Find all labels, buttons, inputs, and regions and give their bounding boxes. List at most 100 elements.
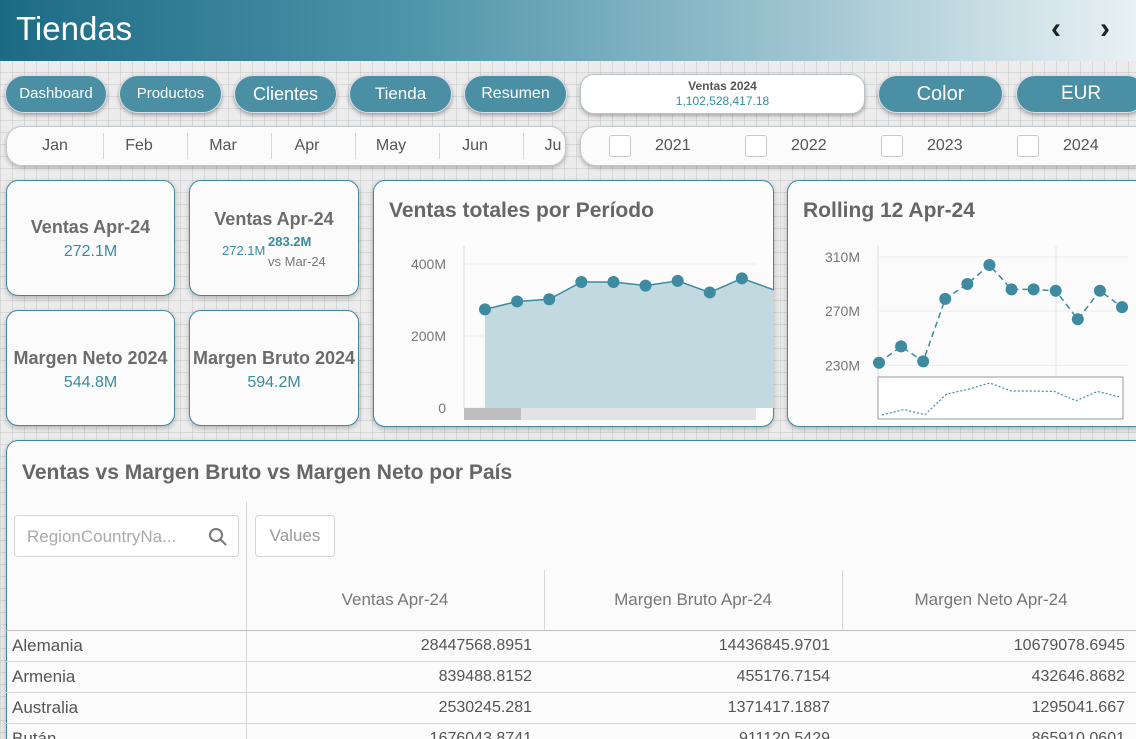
tab-productos[interactable]: Productos xyxy=(119,75,222,113)
ventas-2024-kpi: Ventas 2024 1,102,528,417.18 xyxy=(580,74,865,114)
y-tick-label: 310M xyxy=(825,249,860,265)
year-label: 2024 xyxy=(1063,137,1099,154)
kpi-value: 272.1M xyxy=(222,243,266,258)
y-tick-label: 230M xyxy=(825,357,860,373)
cell-ventas: 839488.8152 xyxy=(438,668,532,685)
year-2023[interactable]: 2023 xyxy=(881,127,991,165)
values-button[interactable]: Values xyxy=(255,515,335,557)
month-feb[interactable]: Feb xyxy=(97,127,181,165)
data-point xyxy=(873,356,885,369)
tab-tienda[interactable]: Tienda xyxy=(349,75,452,113)
column-header-margen-bruto[interactable]: Margen Bruto Apr-24 xyxy=(544,590,842,610)
year-checkbox[interactable] xyxy=(1017,135,1039,157)
kpi-title: Margen Bruto 2024 xyxy=(192,348,356,368)
data-point xyxy=(961,278,974,290)
y-tick-label: 200M xyxy=(411,328,446,344)
month-jul[interactable]: Ju xyxy=(511,127,565,165)
kpi-title: Margen Neto 2024 xyxy=(13,348,168,368)
app-title: Tiendas xyxy=(16,10,133,47)
data-point xyxy=(917,355,930,368)
column-header-ventas[interactable]: Ventas Apr-24 xyxy=(246,590,544,610)
year-2024[interactable]: 2024 xyxy=(1017,127,1127,165)
row-country: Australia xyxy=(12,698,79,717)
data-point xyxy=(575,276,588,288)
year-2021[interactable]: 2021 xyxy=(609,127,719,165)
month-jun[interactable]: Jun xyxy=(433,127,517,165)
cell-margen-neto: 1295041.667 xyxy=(1031,699,1125,716)
row-country: Bután xyxy=(12,729,57,739)
month-mar[interactable]: Mar xyxy=(181,127,265,165)
nav-next-icon[interactable]: › xyxy=(1090,14,1120,46)
data-point xyxy=(1093,284,1106,297)
data-point xyxy=(983,259,996,271)
rolling-chart: 310M 270M 230M xyxy=(825,246,1128,420)
cell-margen-neto: 10679078.6945 xyxy=(1013,637,1125,654)
data-point xyxy=(479,303,491,316)
year-label: 2022 xyxy=(791,137,827,154)
y-tick-label: 400M xyxy=(411,256,446,272)
series-line xyxy=(878,263,1123,364)
cell-margen-bruto: 455176.7154 xyxy=(736,668,830,685)
row-divider xyxy=(6,692,1136,693)
kpi-compare-value: 283.2M xyxy=(268,234,312,249)
data-point xyxy=(671,274,684,287)
ventas-2024-label: Ventas 2024 xyxy=(688,79,757,93)
tab-clientes[interactable]: Clientes xyxy=(234,75,337,113)
cell-margen-bruto: 1371417.1887 xyxy=(727,699,830,716)
y-tick-label: 0 xyxy=(438,400,446,416)
data-point xyxy=(735,272,748,285)
kpi-value: 272.1M xyxy=(63,243,118,260)
month-may[interactable]: May xyxy=(349,127,433,165)
data-point xyxy=(703,286,716,299)
cell-margen-neto: 865910.0601 xyxy=(1031,730,1125,739)
cell-ventas: 2530245.281 xyxy=(438,699,532,716)
year-filter: 2021 2022 2023 2024 xyxy=(580,126,1136,166)
area-fill xyxy=(485,278,774,408)
ventas-2024-value: 1,102,528,417.18 xyxy=(675,94,770,108)
scrollbar-thumb xyxy=(464,408,521,420)
column-header-margen-neto[interactable]: Margen Neto Apr-24 xyxy=(842,590,1136,610)
cell-ventas: 1676043.8741 xyxy=(429,730,532,739)
year-checkbox[interactable] xyxy=(745,135,767,157)
row-divider xyxy=(6,723,1136,724)
data-point xyxy=(939,292,952,305)
kpi-title: Ventas Apr-24 xyxy=(30,217,151,237)
month-apr[interactable]: Apr xyxy=(265,127,349,165)
app-header: Tiendas ‹ › xyxy=(0,0,1136,61)
year-label: 2023 xyxy=(927,137,963,154)
color-button[interactable]: Color xyxy=(878,75,1003,113)
nav-prev-icon[interactable]: ‹ xyxy=(1041,14,1071,46)
kpi-ventas-compare: Ventas Apr-24 272.1M 283.2M vs Mar-24 xyxy=(189,180,359,296)
month-filter: Jan Feb Mar Apr May Jun Ju xyxy=(6,126,566,166)
data-point xyxy=(1027,283,1040,296)
cell-margen-bruto: 14436845.9701 xyxy=(718,637,830,654)
data-point xyxy=(639,279,652,292)
cell-margen-neto: 432646.8682 xyxy=(1031,668,1125,685)
tab-resumen[interactable]: Resumen xyxy=(464,75,567,113)
year-label: 2021 xyxy=(655,137,691,154)
month-jan[interactable]: Jan xyxy=(13,127,97,165)
kpi-compare-label: vs Mar-24 xyxy=(268,254,326,269)
data-point xyxy=(1071,313,1084,326)
currency-button[interactable]: EUR xyxy=(1016,75,1136,113)
header-divider xyxy=(6,630,1136,631)
ventas-periodo-chart: 400M 200M 0 xyxy=(411,246,775,420)
table-title: Ventas vs Margen Bruto vs Margen Neto po… xyxy=(22,461,513,484)
year-2022[interactable]: 2022 xyxy=(745,127,855,165)
kpi-margen-bruto: Margen Bruto 2024 594.2M xyxy=(189,310,359,426)
cell-margen-bruto: 911120.5429 xyxy=(738,730,830,739)
cell-ventas: 28447568.8951 xyxy=(420,637,532,654)
year-checkbox[interactable] xyxy=(881,135,903,157)
country-search-input[interactable]: RegionCountryNa... xyxy=(14,515,239,557)
data-point xyxy=(511,295,524,308)
data-point xyxy=(543,293,556,306)
search-icon xyxy=(209,528,227,546)
year-checkbox[interactable] xyxy=(609,135,631,157)
row-country: Armenia xyxy=(12,667,76,686)
y-tick-label: 270M xyxy=(825,303,860,319)
tab-dashboard[interactable]: Dashboard xyxy=(5,75,107,113)
kpi-title: Ventas Apr-24 xyxy=(214,209,334,229)
rolling-card: Rolling 12 Apr-24 310M 270M 230M xyxy=(787,180,1136,427)
data-point xyxy=(1049,284,1062,297)
kpi-value: 544.8M xyxy=(63,374,118,391)
